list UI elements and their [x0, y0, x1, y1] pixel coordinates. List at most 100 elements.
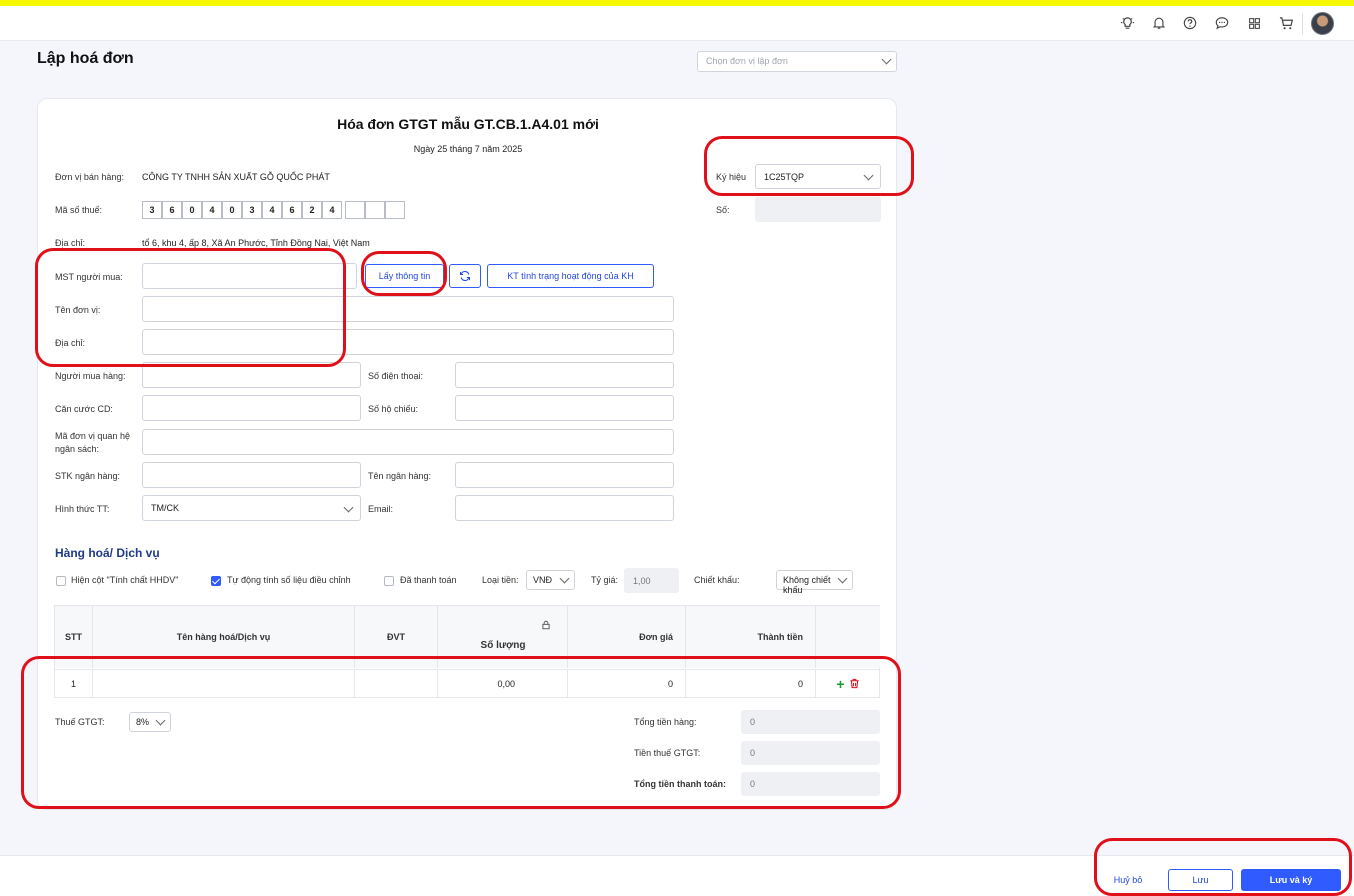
passport-label: Số hộ chiếu: — [368, 404, 419, 414]
exchange-rate-label: Tỷ giá: — [591, 575, 619, 585]
col-stt: STT — [55, 606, 93, 668]
col-unit: ĐVT — [355, 606, 438, 668]
chevron-down-icon — [343, 502, 354, 513]
phone-label: Số điện thoại: — [368, 371, 424, 381]
phone-input[interactable] — [455, 362, 674, 388]
bank-name-input[interactable] — [455, 462, 674, 488]
refresh-icon — [459, 271, 471, 281]
buyer-tax-input[interactable] — [142, 263, 357, 289]
budget-code-input[interactable] — [142, 429, 674, 455]
seller-tax-label: Mã số thuế: — [55, 205, 103, 215]
passport-input[interactable] — [455, 395, 674, 421]
currency-select[interactable]: VNĐ — [526, 570, 575, 590]
discount-value: Không chiết khấu — [783, 575, 831, 595]
chat-icon[interactable] — [1213, 14, 1231, 32]
tax-digit — [345, 201, 365, 219]
email-input[interactable] — [455, 495, 674, 521]
show-column-checkbox[interactable] — [56, 576, 66, 586]
unit-name-label: Tên đơn vị: — [55, 305, 101, 315]
help-icon[interactable] — [1181, 14, 1199, 32]
number-label: Số: — [716, 205, 730, 215]
currency-value: VNĐ — [533, 575, 553, 585]
seller-name: CÔNG TY TNHH SẢN XUẤT GỖ QUỐC PHÁT — [142, 172, 330, 182]
vat-select[interactable]: 8% — [129, 712, 171, 732]
tax-digit: 4 — [322, 201, 342, 219]
row-name-input[interactable] — [93, 669, 355, 698]
delete-row-icon[interactable] — [849, 678, 860, 691]
buyer-tax-label: MST người mua: — [55, 272, 123, 282]
topbar-divider — [1302, 14, 1303, 34]
vat-value: 8% — [136, 717, 150, 727]
bank-account-input[interactable] — [142, 462, 361, 488]
add-row-icon[interactable]: + — [836, 677, 844, 691]
auto-calc-checkbox[interactable] — [211, 576, 221, 586]
symbol-label: Ký hiệu — [716, 172, 747, 182]
row-actions: + — [816, 669, 880, 698]
tax-digit: 6 — [162, 201, 182, 219]
seller-name-label: Đơn vị bán hàng: — [55, 172, 124, 182]
paid-checkbox[interactable] — [384, 576, 394, 586]
payment-method-select[interactable]: TM/CK — [142, 495, 361, 521]
row-price-input[interactable]: 0 — [568, 669, 686, 698]
total-goods-label: Tổng tiền hàng: — [634, 717, 697, 727]
lock-icon[interactable] — [541, 620, 551, 632]
auto-calc-label: Tự động tính số liệu điều chỉnh — [227, 575, 351, 585]
row-amount-input[interactable]: 0 — [686, 669, 816, 698]
exchange-rate-field: 1,00 — [624, 568, 679, 593]
invoice-card: Hóa đơn GTGT mẫu GT.CB.1.A4.01 mới Ngày … — [37, 98, 897, 810]
page-title: Lập hoá đơn — [37, 50, 134, 67]
tax-digit — [385, 201, 405, 219]
row-stt: 1 — [55, 669, 93, 698]
vat-label: Thuế GTGT: — [55, 717, 105, 727]
tax-digit: 0 — [222, 201, 242, 219]
id-card-input[interactable] — [142, 395, 361, 421]
unit-select[interactable]: Chọn đơn vị lập đơn — [697, 51, 897, 72]
bank-name-label: Tên ngân hàng: — [368, 471, 432, 481]
row-quantity-input[interactable]: 0,00 — [438, 669, 568, 698]
chevron-down-icon — [837, 573, 848, 584]
apps-grid-icon[interactable] — [1245, 14, 1263, 32]
col-quantity: Số lượng — [438, 606, 568, 668]
chevron-down-icon — [155, 715, 166, 726]
avatar[interactable] — [1311, 12, 1334, 35]
chevron-down-icon — [863, 170, 874, 181]
discount-select[interactable]: Không chiết khấu — [776, 570, 853, 595]
cancel-button[interactable]: Huỷ bỏ — [1102, 869, 1154, 891]
chevron-down-icon — [559, 573, 570, 584]
bell-icon[interactable] — [1150, 14, 1168, 32]
check-status-button[interactable]: KT tình trạng hoạt động của KH — [487, 264, 654, 288]
total-vat-field: 0 — [741, 741, 880, 765]
total-payment-label: Tổng tiền thanh toán: — [634, 779, 726, 789]
tax-digit: 6 — [282, 201, 302, 219]
tax-digit: 4 — [262, 201, 282, 219]
buyer-address-input[interactable] — [142, 329, 674, 355]
total-goods-field: 0 — [741, 710, 880, 734]
col-actions — [816, 606, 880, 668]
invoice-date: Ngày 25 tháng 7 năm 2025 — [413, 144, 523, 154]
symbol-select[interactable]: 1C25TQP — [755, 164, 881, 189]
lightbulb-icon[interactable] — [1118, 14, 1136, 32]
tax-digit: 3 — [142, 201, 162, 219]
payment-method-value: TM/CK — [151, 503, 179, 513]
tax-digit: 2 — [302, 201, 322, 219]
col-amount: Thành tiền — [686, 606, 816, 668]
buyer-name-input[interactable] — [142, 362, 361, 388]
cart-icon[interactable] — [1277, 14, 1295, 32]
save-and-sign-button[interactable]: Lưu và ký — [1241, 869, 1341, 891]
id-card-label: Căn cước CD: — [55, 404, 113, 414]
col-name: Tên hàng hoá/Dịch vụ — [93, 606, 355, 668]
invoice-number-field — [755, 197, 881, 222]
chevron-down-icon — [881, 54, 892, 65]
seller-address: tổ 6, khu 4, ấp 8, Xã An Phước, Tỉnh Đồn… — [142, 238, 370, 248]
save-button[interactable]: Lưu — [1168, 869, 1233, 891]
budget-code-label-line2: ngân sách: — [55, 444, 100, 454]
tax-digit: 0 — [182, 201, 202, 219]
goods-table: STT Tên hàng hoá/Dịch vụ ĐVT Số lượng Đơ… — [54, 605, 880, 698]
show-column-label: Hiện cột "Tính chất HHDV" — [71, 575, 179, 585]
tax-digit — [365, 201, 385, 219]
refresh-button[interactable] — [449, 264, 481, 288]
unit-name-input[interactable] — [142, 296, 674, 322]
symbol-value: 1C25TQP — [764, 172, 805, 182]
row-unit-input[interactable] — [355, 669, 438, 698]
get-info-button[interactable]: Lấy thông tin — [365, 264, 444, 288]
